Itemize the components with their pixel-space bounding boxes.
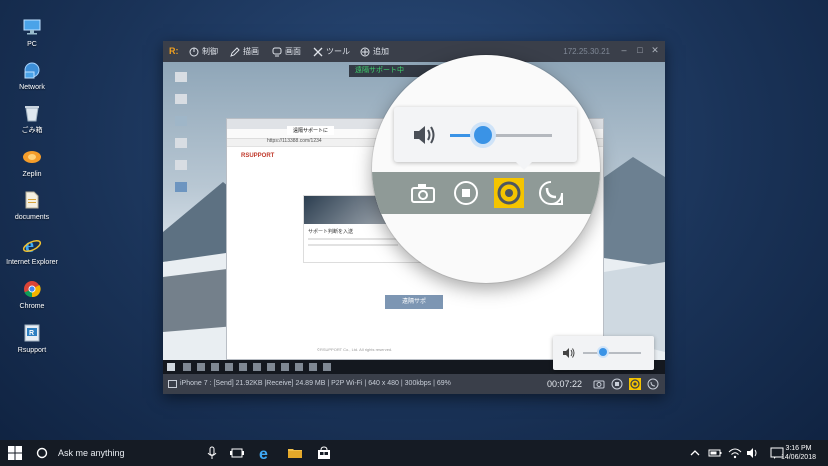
connect-button[interactable]: 遠隔サポ: [385, 295, 443, 309]
microphone-icon[interactable]: [205, 446, 219, 460]
menu-draw[interactable]: 描画: [230, 46, 259, 57]
edge-icon[interactable]: e: [259, 446, 273, 460]
app-logo: R:: [169, 46, 179, 56]
stop-icon: [454, 181, 478, 205]
camera-icon: [411, 184, 435, 203]
desktop-icon-label: Zeplin: [22, 171, 42, 178]
volume-popup-zoomed: [394, 107, 577, 170]
screen-icon: [272, 47, 282, 56]
pen-icon: [230, 46, 240, 57]
desktop-icon-chrome[interactable]: Chrome: [2, 278, 62, 311]
minimize-button[interactable]: –: [619, 45, 629, 55]
desktop-icon-rsupport[interactable]: R Rsupport: [2, 322, 62, 355]
store-icon[interactable]: [317, 446, 331, 460]
desktop-icon-zeplin[interactable]: Zeplin: [2, 146, 62, 179]
volume-popup-small: [553, 336, 654, 370]
device-info: iPhone 7 : [Send] 21.92KB |Receive] 24.8…: [180, 380, 451, 387]
wifi-icon[interactable]: [728, 446, 742, 460]
remote-start-icon[interactable]: [167, 363, 175, 371]
browser-url: https://113388.com/1234: [267, 138, 322, 144]
desktop-icon-internet-explorer[interactable]: e Internet Explorer: [2, 234, 62, 267]
desktop-icon-label: Rsupport: [17, 347, 47, 354]
pc-icon: [21, 16, 43, 38]
volume-slider-thumb[interactable]: [474, 126, 492, 144]
system-clock[interactable]: 3:16 PM 14/06/2018: [781, 444, 816, 462]
search-placeholder: Ask me anything: [58, 448, 125, 458]
elapsed-time: 00:07:22: [547, 379, 583, 389]
desktop-icon-pc[interactable]: PC: [2, 16, 62, 49]
remote-taskbar-apps: [183, 363, 333, 371]
recycle-bin-icon: [21, 102, 43, 124]
desktop-icon-recycle-bin[interactable]: ごみ箱: [2, 102, 62, 135]
desktop-icon-label: PC: [27, 41, 37, 48]
volume-icon: [414, 126, 435, 144]
card-title: サポート判断を入送: [308, 229, 354, 235]
volume-slider-thumb-small[interactable]: [599, 348, 607, 356]
rsupport-logo: RSUPPORT: [241, 153, 275, 159]
desktop-icon-label: Network: [19, 84, 45, 91]
windows-taskbar: Ask me anything e 3:16 PM 14/06/2018: [0, 440, 828, 466]
clock-time: 3:16 PM: [785, 445, 812, 452]
page-footer: ©RSUPPORT Co., Ltd. All rights reserved.: [317, 347, 393, 352]
rsupport-icon: R: [21, 322, 43, 344]
menu-tools-label: ツール: [326, 47, 350, 56]
documents-icon: [21, 189, 43, 211]
volume-slider-small[interactable]: [583, 352, 641, 354]
svg-text:R: R: [29, 330, 34, 337]
remote-desktop-icons: [171, 72, 191, 232]
menu-screen-label: 画面: [285, 47, 301, 56]
task-view-icon[interactable]: [230, 446, 244, 460]
menu-control-label: 制御: [202, 47, 218, 56]
camera-icon[interactable]: [593, 378, 605, 390]
volume-tray-icon[interactable]: [746, 446, 760, 460]
svg-text:e: e: [259, 446, 268, 460]
cortana-search[interactable]: Ask me anything: [29, 440, 223, 466]
battery-icon[interactable]: [708, 446, 722, 460]
call-icon[interactable]: [647, 378, 659, 390]
desktop-icon-label: ごみ箱: [21, 127, 43, 134]
menu-tools[interactable]: ツール: [313, 46, 350, 57]
speaker-button[interactable]: [494, 178, 524, 208]
stop-button[interactable]: [451, 178, 481, 208]
maximize-button[interactable]: □: [635, 45, 645, 55]
remote-support-banner-text: 遠隔サポート中: [355, 67, 404, 74]
desktop-icon-label: Internet Explorer: [6, 259, 58, 266]
menu-control[interactable]: 制御: [189, 46, 218, 57]
call-button[interactable]: [536, 178, 566, 208]
cortana-icon: [36, 447, 48, 459]
window-menu-bar: R: 制御 描画 画面 ツール 追加 172.25.30.21 – □ ✕: [163, 41, 665, 62]
zoomed-toolbar: [372, 172, 600, 214]
ip-address: 172.25.30.21: [563, 47, 610, 56]
chrome-icon: [21, 278, 43, 300]
menu-add[interactable]: 追加: [360, 46, 389, 57]
speaker-icon: [497, 181, 521, 205]
call-icon: [539, 181, 563, 205]
internet-explorer-icon: e: [21, 234, 43, 256]
chevron-up-icon[interactable]: [690, 448, 700, 458]
desktop-icon-network[interactable]: Network: [2, 59, 62, 92]
zoom-callout: [372, 55, 600, 283]
camera-button[interactable]: [408, 178, 438, 208]
speaker-icon[interactable]: [629, 378, 641, 390]
clock-date: 14/06/2018: [780, 454, 816, 461]
network-icon: [21, 59, 43, 81]
connect-button-label: 遠隔サポ: [401, 299, 426, 305]
desktop-icon-label: documents: [14, 214, 50, 221]
menu-add-label: 追加: [373, 47, 389, 56]
windows-start-icon[interactable]: [8, 446, 22, 460]
tools-icon: [313, 47, 323, 56]
desktop-icon-label: Chrome: [19, 303, 45, 310]
desktop-icon-documents[interactable]: documents: [2, 189, 62, 222]
stop-icon[interactable]: [611, 378, 623, 390]
device-icon: [168, 380, 177, 388]
status-bar: iPhone 7 : [Send] 21.92KB |Receive] 24.8…: [163, 374, 665, 394]
control-icon: [189, 47, 199, 56]
close-button[interactable]: ✕: [650, 45, 660, 55]
zeplin-icon: [21, 146, 43, 168]
add-icon: [360, 47, 370, 56]
volume-icon: [563, 348, 575, 358]
menu-draw-label: 描画: [243, 47, 259, 56]
file-explorer-icon[interactable]: [288, 446, 302, 460]
menu-screen[interactable]: 画面: [272, 46, 301, 57]
